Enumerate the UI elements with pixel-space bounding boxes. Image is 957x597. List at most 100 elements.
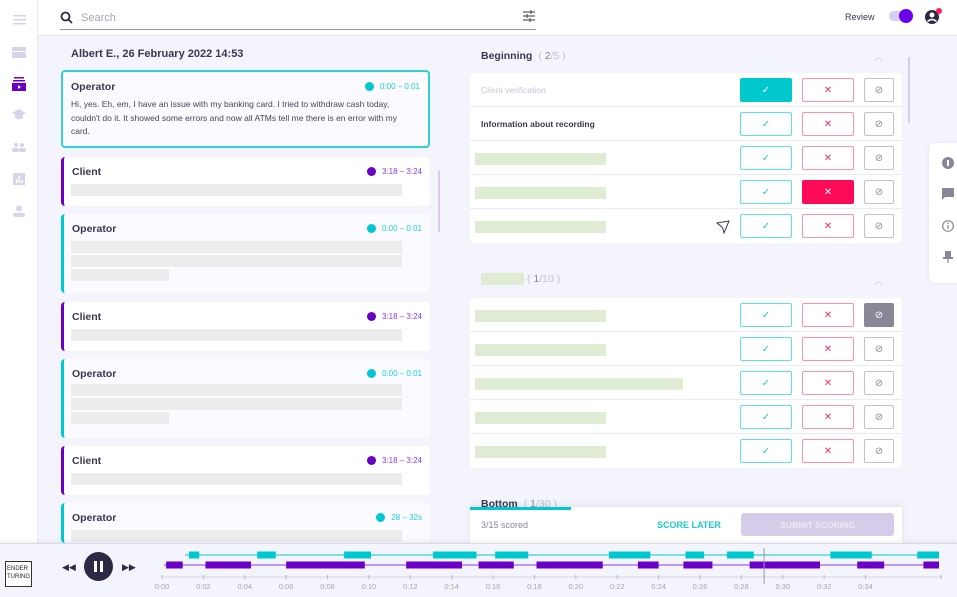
not-applicable-button[interactable]: ⊘ — [864, 303, 894, 327]
fast-forward-icon[interactable]: ▶▶ — [122, 562, 136, 573]
pass-button[interactable]: ✓ — [740, 180, 792, 204]
scoring-progress-bar — [470, 507, 572, 510]
client-segment — [166, 561, 183, 569]
scored-count: 3/15 scored — [481, 520, 529, 530]
fail-button[interactable]: ✕ — [802, 337, 854, 361]
review-toggle[interactable] — [889, 9, 913, 23]
fail-button[interactable]: ✕ — [802, 180, 854, 204]
criterion-label-placeholder — [475, 221, 606, 233]
operator-segment — [608, 551, 651, 559]
operator-segment — [685, 551, 705, 559]
time-tick-label: 0:06 — [279, 582, 294, 591]
not-applicable-button[interactable]: ⊘ — [864, 180, 894, 204]
message-time[interactable]: 0:00 – 0:01 — [364, 82, 420, 91]
client-segment — [286, 561, 365, 569]
operator-segment — [344, 551, 371, 559]
pause-button[interactable] — [84, 552, 113, 581]
message-time[interactable]: 3:18 – 3:24 — [366, 312, 422, 321]
comment-icon[interactable] — [942, 187, 954, 200]
fail-button[interactable]: ✕ — [802, 112, 854, 136]
message-client[interactable]: Client 3:18 – 3:24 — [61, 157, 430, 206]
fail-button[interactable]: ✕ — [802, 214, 854, 238]
message-operator[interactable]: Operator 0:00 – 0:01 Hi, yes. Eh, em, I … — [61, 70, 430, 148]
message-operator[interactable]: Operator 28 – 32s — [61, 503, 430, 543]
message-client[interactable]: Client 3:18 – 3:24 — [61, 446, 430, 495]
scoring-scrollbar[interactable] — [908, 57, 910, 123]
redacted-text — [71, 329, 402, 341]
pass-button[interactable]: ✓ — [740, 405, 792, 429]
pass-button[interactable]: ✓ — [740, 112, 792, 136]
fail-button[interactable]: ✕ — [802, 371, 854, 395]
time-tick-label: 0:24 — [651, 582, 666, 591]
not-applicable-button[interactable]: ⊘ — [864, 78, 894, 102]
message-client[interactable]: Client 3:18 – 3:24 — [61, 302, 430, 351]
not-applicable-button[interactable]: ⊘ — [864, 214, 894, 238]
criterion-row: ✓ ✕ ⊘ — [470, 366, 902, 400]
submit-scoring-button[interactable]: SUBMIT SCORING — [741, 513, 894, 536]
fail-button[interactable]: ✕ — [802, 78, 854, 102]
section-header-2[interactable]: ( 1/10 ) — [481, 273, 560, 286]
dashboard-icon[interactable] — [11, 45, 27, 59]
fail-button[interactable]: ✕ — [802, 303, 854, 327]
message-operator[interactable]: Operator 0:00 – 0:01 — [61, 359, 430, 438]
message-time[interactable]: 0:00 – 0:01 — [366, 224, 422, 233]
not-applicable-button[interactable]: ⊘ — [864, 405, 894, 429]
time-range: 28 – 32s — [391, 513, 422, 522]
redacted-text — [71, 473, 402, 485]
section-header-beginning[interactable]: Beginning ( 2/5 ) — [481, 50, 566, 62]
client-segment — [637, 561, 659, 569]
criteria-card-1: Client verification ✓ ✕ ⊘ Information about … — [470, 73, 902, 243]
speaker-icon[interactable] — [942, 156, 954, 169]
search-input[interactable]: Search — [60, 6, 536, 30]
score-later-button[interactable]: SCORE LATER — [657, 520, 721, 530]
criterion-row: Client verification ✓ ✕ ⊘ — [470, 73, 902, 107]
team-icon[interactable] — [11, 140, 27, 154]
collapse-chevron-icon[interactable]: ︿ — [874, 50, 883, 63]
not-applicable-button[interactable]: ⊘ — [864, 112, 894, 136]
not-applicable-button[interactable]: ⊘ — [864, 146, 894, 170]
pass-button[interactable]: ✓ — [740, 337, 792, 361]
time-range: 0:00 – 0:01 — [381, 224, 422, 233]
pass-button[interactable]: ✓ — [740, 303, 792, 327]
fail-button[interactable]: ✕ — [802, 439, 854, 463]
analytics-icon[interactable] — [11, 172, 27, 186]
fail-button[interactable]: ✕ — [802, 405, 854, 429]
filter-icon[interactable] — [522, 9, 536, 28]
profile-icon[interactable] — [11, 204, 27, 218]
calls-icon[interactable] — [11, 77, 27, 91]
pass-button[interactable]: ✓ — [740, 214, 792, 238]
rewind-icon[interactable]: ◀◀ — [62, 562, 76, 573]
time-tick-label: 0:16 — [486, 582, 501, 591]
operator-segment — [917, 551, 939, 559]
message-time[interactable]: 3:18 – 3:24 — [366, 167, 422, 176]
message-operator[interactable]: Operator 0:00 – 0:01 — [61, 214, 430, 293]
section-title-placeholder — [481, 273, 524, 286]
redacted-text — [71, 398, 402, 410]
message-time[interactable]: 0:00 – 0:01 — [366, 369, 422, 378]
not-applicable-button[interactable]: ⊘ — [864, 439, 894, 463]
education-icon[interactable] — [11, 108, 27, 122]
time-tick-label: 0:34 — [858, 582, 873, 591]
account-icon[interactable] — [924, 8, 942, 25]
message-time[interactable]: 3:18 – 3:24 — [366, 456, 422, 465]
timeline[interactable]: 0:00 0:02 0:04 0:06 0:08 0:10 0:12 0:14 0:16 0:18… — [152, 544, 952, 597]
menu-icon[interactable] — [11, 13, 27, 27]
fail-button[interactable]: ✕ — [802, 146, 854, 170]
pass-button[interactable]: ✓ — [740, 78, 792, 102]
pass-button[interactable]: ✓ — [740, 371, 792, 395]
pin-icon[interactable] — [942, 250, 954, 263]
speaker-label: Operator — [71, 81, 116, 93]
message-time[interactable]: 28 – 32s — [376, 513, 422, 522]
pass-button[interactable]: ✓ — [740, 146, 792, 170]
not-applicable-button[interactable]: ⊘ — [864, 371, 894, 395]
time-tick-label: 0:22 — [610, 582, 625, 591]
conversation-scrollbar[interactable] — [438, 170, 440, 232]
section-title: Beginning — [481, 50, 533, 62]
collapse-chevron-icon[interactable]: ︿ — [874, 274, 883, 287]
info-icon[interactable] — [942, 219, 954, 232]
clock-icon — [376, 513, 386, 522]
search-placeholder: Search — [81, 11, 116, 24]
criterion-label: Client verification — [481, 85, 546, 95]
not-applicable-button[interactable]: ⊘ — [864, 337, 894, 361]
pass-button[interactable]: ✓ — [740, 439, 792, 463]
